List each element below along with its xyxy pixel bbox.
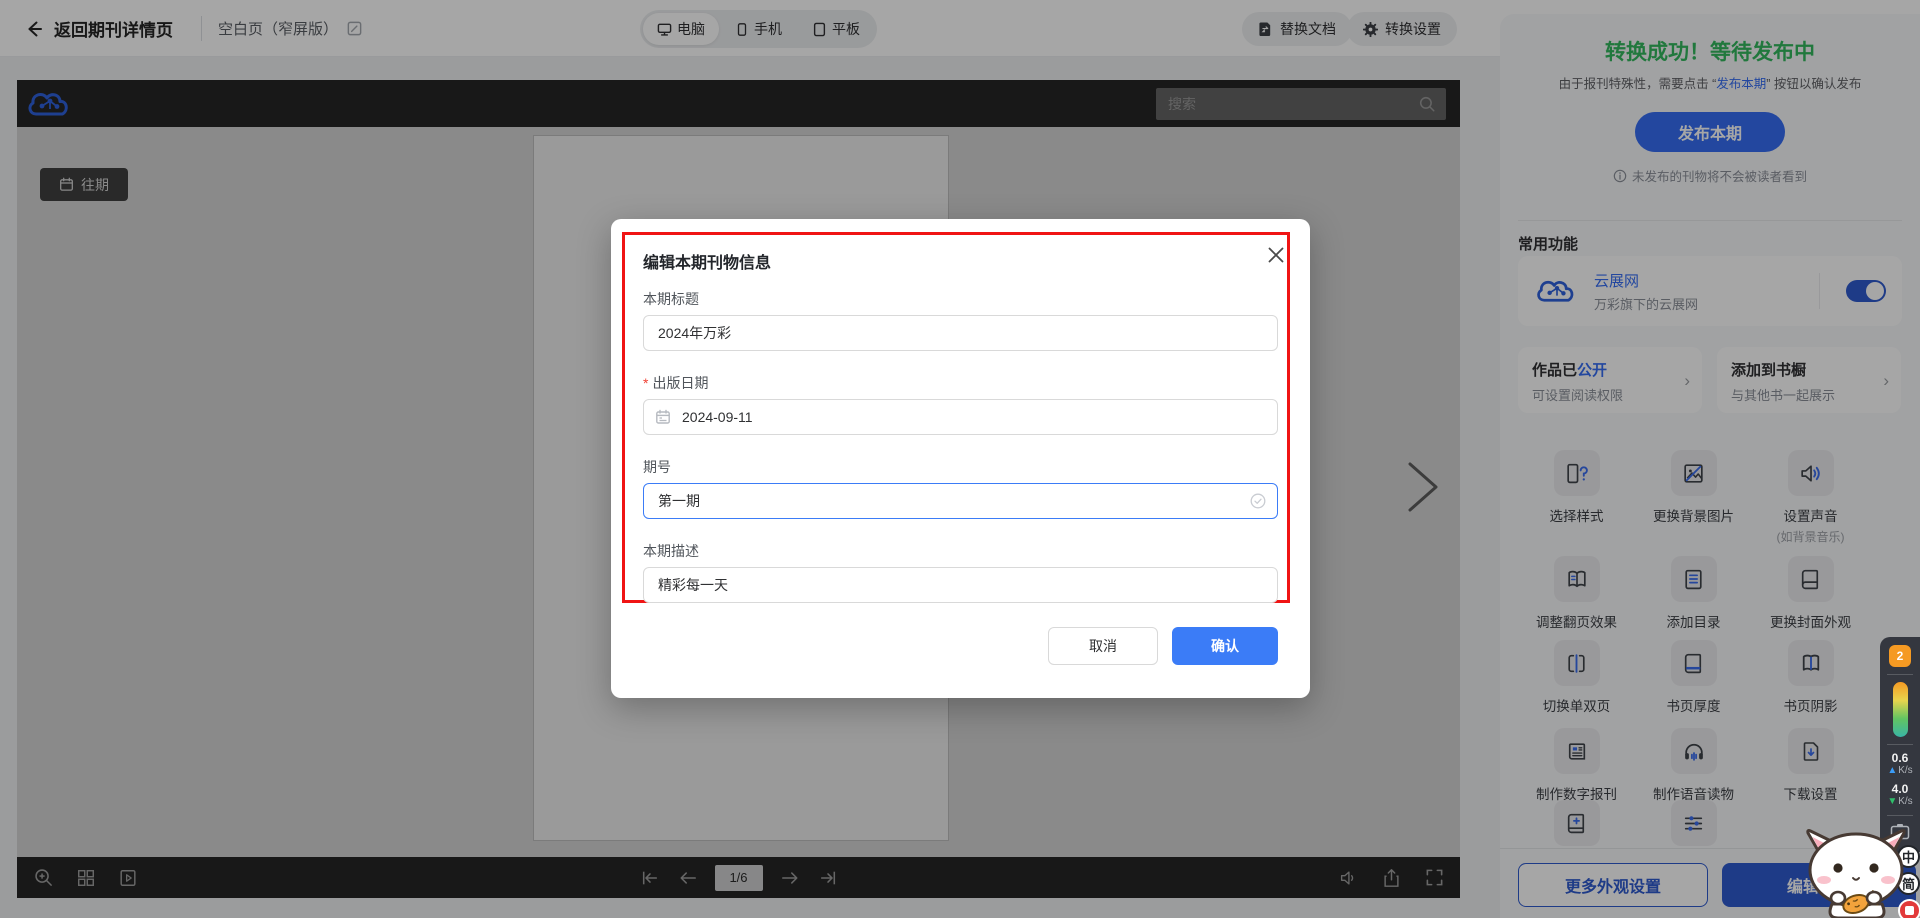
confirm-button[interactable]: 确认 <box>1172 627 1278 665</box>
upload-speed-value: 0.6 <box>1892 752 1909 765</box>
publish-date-field-wrap <box>643 399 1278 435</box>
issue-desc-field-wrap <box>643 567 1278 603</box>
issue-number-field-wrap <box>643 483 1278 519</box>
issue-number-input[interactable] <box>643 483 1278 519</box>
app-window: 返回期刊详情页 空白页（窄屏版） 电脑 手机 <box>0 0 1920 918</box>
edit-issue-modal: 编辑本期刊物信息 本期标题 *出版日期 期号 本期描述 取消 <box>611 219 1310 698</box>
network-monitor-widget: 2 0.6 ▲K/s 4.0 ▼K/s <box>1880 637 1920 852</box>
issue-desc-input[interactable] <box>643 567 1278 603</box>
issue-title-label: 本期标题 <box>643 289 1278 309</box>
issue-title-field-wrap <box>643 315 1278 351</box>
desktop-pet-cat <box>1798 826 1916 918</box>
issue-desc-label: 本期描述 <box>643 541 1278 561</box>
required-mark: * <box>643 375 648 391</box>
publish-date-label: *出版日期 <box>643 373 1278 393</box>
issue-title-input[interactable] <box>643 315 1278 351</box>
cancel-button[interactable]: 取消 <box>1048 627 1158 665</box>
modal-title: 编辑本期刊物信息 <box>643 249 1278 273</box>
issue-number-label: 期号 <box>643 457 1278 477</box>
close-icon[interactable] <box>1267 246 1285 264</box>
publish-date-input[interactable] <box>643 399 1278 435</box>
download-arrow-icon: ▼ <box>1887 796 1897 808</box>
notification-badge[interactable]: 2 <box>1889 645 1911 667</box>
temperature-gradient-bar <box>1893 682 1908 737</box>
download-speed-value: 4.0 <box>1892 783 1909 796</box>
upload-arrow-icon: ▲ <box>1887 765 1897 777</box>
